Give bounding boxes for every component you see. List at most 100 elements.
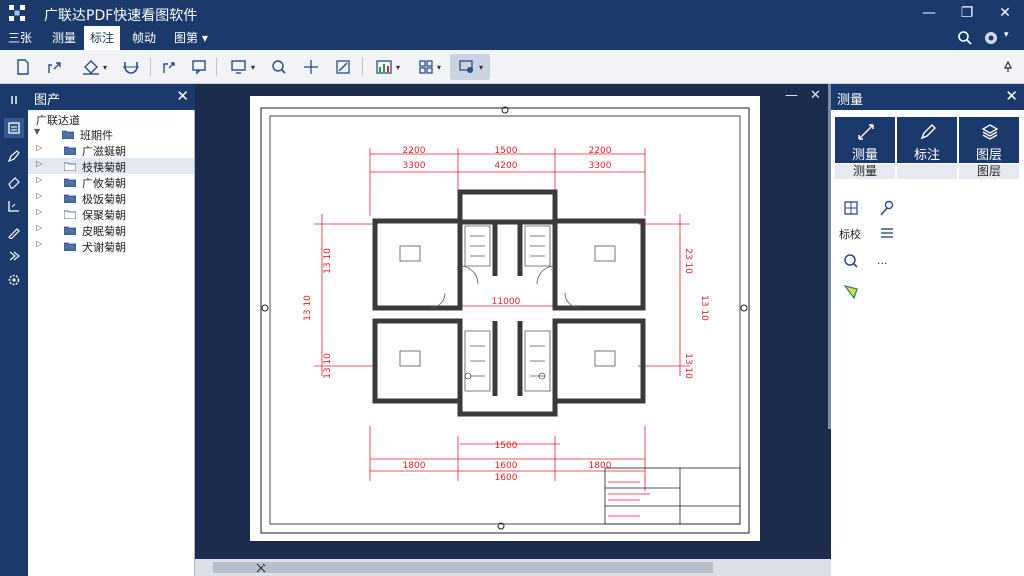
measure-pen-icon xyxy=(8,228,20,239)
collapse-arrow-icon[interactable]: ▷ xyxy=(36,175,42,184)
measure-panel: 测量 ✕ 测量 测量 标注 图层 图层 标校 ... xyxy=(831,84,1024,576)
upload-button[interactable] xyxy=(156,54,182,80)
pin-measure-icon xyxy=(880,200,894,216)
tree-item[interactable]: ▷ 保聚菊朝 xyxy=(28,206,194,222)
tree-item[interactable]: ▼ 班期件 xyxy=(28,126,194,142)
tab-annotate-label: 标注 xyxy=(913,148,940,163)
menu-item-annotate[interactable]: 标注 xyxy=(84,26,121,50)
tree-item[interactable]: ▷ 皮眠菊朝 xyxy=(28,222,194,238)
layer-tool-button[interactable]: ▾ xyxy=(450,54,490,80)
edit-area-button[interactable] xyxy=(330,54,356,80)
dim-bottom-row2-2: 1600 xyxy=(495,461,518,471)
menu-item-sanzhang[interactable]: 三张 xyxy=(2,26,38,50)
snap-tool-button[interactable] xyxy=(118,54,144,80)
folder-icon xyxy=(63,193,77,204)
dim-bottom-row2-3: 1800 xyxy=(589,461,612,471)
tab-annotate-head: 标注 xyxy=(897,117,957,163)
magnify-tool-button[interactable] xyxy=(837,250,865,272)
tree-item-label: 皮眠菊朝 xyxy=(82,225,126,238)
close-button[interactable]: ✕ xyxy=(988,2,1022,24)
screen-tool-button[interactable]: ▾ xyxy=(222,54,262,80)
zoom-area-button[interactable] xyxy=(266,54,292,80)
chart-tool-button[interactable]: ▾ xyxy=(368,54,406,80)
rail-forward-button[interactable] xyxy=(4,246,24,266)
grid-tool-button[interactable]: ▾ xyxy=(410,54,448,80)
dim-top-2: 1500 xyxy=(495,146,518,156)
comment-button[interactable] xyxy=(186,54,212,80)
rail-eraser-button[interactable] xyxy=(4,172,24,192)
new-file-button[interactable] xyxy=(10,54,36,80)
collapse-arrow-icon[interactable]: ▷ xyxy=(36,143,42,152)
rail-collapse-button[interactable] xyxy=(4,90,24,110)
rail-settings-button[interactable] xyxy=(4,270,24,290)
minimize-button[interactable]: — xyxy=(912,2,946,24)
right-panel-close-icon[interactable]: ✕ xyxy=(1005,87,1018,105)
search-icon[interactable] xyxy=(957,30,973,46)
highlight-tool-button[interactable] xyxy=(837,280,865,302)
edit-area-icon xyxy=(336,60,350,74)
expand-arrow-icon[interactable]: ▼ xyxy=(34,127,40,136)
left-rail xyxy=(0,84,28,576)
restore-button[interactable]: ❐ xyxy=(950,2,984,24)
canvas-close-icon[interactable]: ✕ xyxy=(810,88,821,103)
settings-gear-icon[interactable] xyxy=(982,29,1002,47)
tree-item[interactable]: ▷ 极饭菊朝 xyxy=(28,190,194,206)
chart-icon xyxy=(376,60,392,74)
ruler-icon xyxy=(8,201,19,212)
collapse-arrow-icon[interactable]: ▷ xyxy=(36,159,42,168)
horizontal-scrollbar[interactable] xyxy=(195,559,831,576)
settings-caret-icon[interactable]: ▾ xyxy=(1004,30,1009,40)
tree-item-label: 极饭菊朝 xyxy=(82,193,126,206)
canvas-minimize-icon[interactable]: — xyxy=(785,88,798,103)
grid-icon xyxy=(419,60,433,74)
point-measure-button[interactable] xyxy=(873,197,901,219)
tree-item[interactable]: ▷ 广攸菊朝 xyxy=(28,174,194,190)
more-tools-label[interactable]: ... xyxy=(877,254,888,267)
eraser-icon xyxy=(8,177,20,189)
title-block-marks xyxy=(608,481,650,517)
search-icon xyxy=(844,254,858,268)
pin-toolbar-button[interactable] xyxy=(998,54,1018,80)
fill-tool-button[interactable]: ▾ xyxy=(74,54,114,80)
scrollbar-thumb[interactable] xyxy=(213,562,713,573)
tab-measure-label: 测量 xyxy=(851,148,878,163)
drawing-canvas[interactable]: — ✕ 2200 1500 2200 3300 4200 3300 11000 … xyxy=(195,84,831,559)
collapse-arrow-icon[interactable]: ▷ xyxy=(36,207,42,216)
menu-item-measure[interactable]: 测量 xyxy=(46,26,82,50)
right-panel-title: 测量 xyxy=(837,93,864,108)
chevron-down-icon: ▾ xyxy=(201,31,208,45)
dim-right-1: 23 10 xyxy=(683,248,693,274)
pin-icon xyxy=(1004,61,1012,72)
rail-measure-button[interactable] xyxy=(4,222,24,242)
point-tool-button[interactable] xyxy=(298,54,324,80)
rail-pen-button[interactable] xyxy=(4,146,24,166)
pen-icon xyxy=(7,150,20,163)
list-tool-button[interactable] xyxy=(873,222,901,244)
measure-icon xyxy=(858,124,874,140)
tree-item[interactable]: ▷ 枝筷菊朝 xyxy=(28,158,194,174)
left-panel-close-icon[interactable]: ✕ xyxy=(176,87,189,105)
magnet-icon xyxy=(123,62,139,74)
collapse-arrow-icon[interactable]: ▷ xyxy=(36,223,42,232)
dim-left-3: 13 10 xyxy=(323,353,333,379)
menu-item-zhendong[interactable]: 帧动 xyxy=(126,26,162,50)
tree-item[interactable]: ▷ 犬谢菊朝 xyxy=(28,238,194,254)
dim-left-2: 13 10 xyxy=(303,295,313,321)
tab-layers[interactable]: 图层 图层 xyxy=(959,117,1019,179)
tools-icon[interactable] xyxy=(255,562,267,574)
rail-ruler-button[interactable] xyxy=(4,196,24,216)
left-panel-title: 图产 xyxy=(34,93,61,108)
menu-item-tudi[interactable]: 图第 ▾ xyxy=(168,26,214,50)
tab-measure-head: 测量 xyxy=(835,117,895,163)
collapse-arrow-icon[interactable]: ▷ xyxy=(36,239,42,248)
list-icon xyxy=(881,228,893,238)
chart-caret-icon: ▾ xyxy=(395,62,400,72)
rail-files-button[interactable] xyxy=(4,118,24,138)
tab-measure[interactable]: 测量 测量 xyxy=(835,117,895,179)
tab-annotate[interactable]: 标注 xyxy=(897,117,957,179)
collapse-arrow-icon[interactable]: ▷ xyxy=(36,191,42,200)
export-button[interactable] xyxy=(42,54,68,80)
tree-item[interactable]: ▷ 广滋蜒朝 xyxy=(28,142,194,158)
zoom-icon xyxy=(272,60,286,74)
area-tool-button[interactable] xyxy=(837,197,865,219)
